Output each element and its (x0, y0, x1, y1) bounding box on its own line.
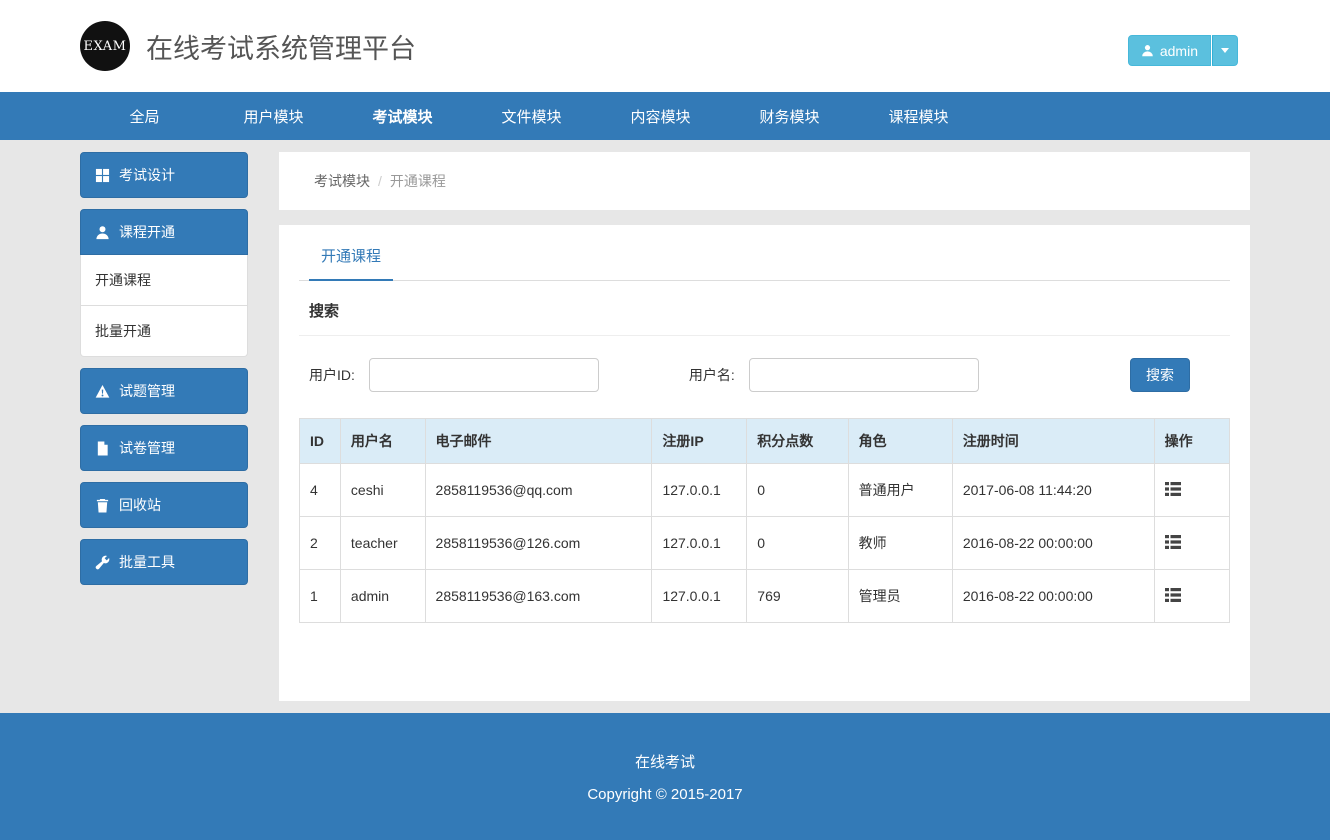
breadcrumb-current: 开通课程 (390, 171, 446, 191)
col-header-actions: 操作 (1154, 419, 1229, 464)
app-header: EXAM 在线考试系统管理平台 admin (0, 0, 1330, 92)
footer-site-name: 在线考试 (0, 751, 1330, 772)
sidebar-group-course-open: 课程开通 开通课程 批量开通 (80, 209, 248, 357)
breadcrumb: 考试模块 / 开通课程 (279, 152, 1250, 210)
cell-register-ip: 127.0.0.1 (652, 464, 747, 517)
sidebar-item-label: 考试设计 (119, 165, 175, 185)
cell-role: 管理员 (848, 570, 952, 623)
cell-points: 769 (747, 570, 848, 623)
users-table: ID 用户名 电子邮件 注册IP 积分点数 角色 注册时间 操作 4 ceshi (299, 418, 1230, 623)
page-title: 在线考试系统管理平台 (146, 27, 416, 66)
cell-register-time: 2016-08-22 00:00:00 (952, 570, 1154, 623)
nav-item-global[interactable]: 全局 (80, 92, 209, 140)
wrench-icon (95, 555, 110, 570)
app-footer: 在线考试 Copyright © 2015-2017 (0, 713, 1330, 840)
cell-id: 4 (300, 464, 341, 517)
search-section-title: 搜索 (299, 281, 1230, 336)
cell-username: teacher (340, 517, 425, 570)
user-name-label: 用户名: (689, 365, 735, 385)
col-header-email: 电子邮件 (425, 419, 652, 464)
user-id-label: 用户ID: (309, 365, 355, 385)
sidebar-item-label: 课程开通 (119, 222, 175, 242)
cell-id: 1 (300, 570, 341, 623)
cell-email: 2858119536@126.com (425, 517, 652, 570)
sidebar-item-label: 批量工具 (119, 552, 175, 572)
grid-icon (95, 168, 110, 183)
col-header-register-ip: 注册IP (652, 419, 747, 464)
sidebar-item-paper-management[interactable]: 试卷管理 (80, 425, 248, 471)
sidebar-subitem-open-course[interactable]: 开通课程 (80, 255, 248, 306)
user-menu-caret-button[interactable] (1212, 35, 1238, 66)
cell-points: 0 (747, 517, 848, 570)
user-icon (1141, 44, 1154, 57)
sidebar-item-label: 回收站 (119, 495, 161, 515)
sidebar-item-batch-tools[interactable]: 批量工具 (80, 539, 248, 585)
table-row: 2 teacher 2858119536@126.com 127.0.0.1 0… (300, 517, 1230, 570)
cell-register-time: 2017-06-08 11:44:20 (952, 464, 1154, 517)
row-actions-list-icon[interactable] (1165, 588, 1181, 602)
col-header-role: 角色 (848, 419, 952, 464)
sidebar-subitem-batch-open[interactable]: 批量开通 (80, 306, 248, 357)
row-actions-list-icon[interactable] (1165, 535, 1181, 549)
search-form: 用户ID: 用户名: 搜索 (299, 336, 1230, 392)
footer-copyright: Copyright © 2015-2017 (0, 786, 1330, 803)
nav-item-file-module[interactable]: 文件模块 (467, 92, 596, 140)
user-menu-button[interactable]: admin (1128, 35, 1211, 66)
sidebar-item-recycle-bin[interactable]: 回收站 (80, 482, 248, 528)
search-button[interactable]: 搜索 (1130, 358, 1190, 392)
user-icon (95, 225, 110, 240)
sidebar-subitem-label: 批量开通 (95, 321, 151, 341)
nav-item-course-module[interactable]: 课程模块 (854, 92, 983, 140)
top-nav: 全局 用户模块 考试模块 文件模块 内容模块 财务模块 课程模块 (0, 92, 1330, 140)
nav-item-finance-module[interactable]: 财务模块 (725, 92, 854, 140)
user-menu-group: admin (1128, 35, 1238, 66)
col-header-username: 用户名 (340, 419, 425, 464)
tab-bar: 开通课程 (299, 225, 1230, 281)
user-menu-label: admin (1160, 43, 1198, 59)
table-row: 1 admin 2858119536@163.com 127.0.0.1 769… (300, 570, 1230, 623)
user-id-input[interactable] (369, 358, 599, 392)
nav-item-user-module[interactable]: 用户模块 (209, 92, 338, 140)
sidebar: 考试设计 课程开通 开通课程 批量开通 试题管理 (80, 152, 248, 596)
cell-points: 0 (747, 464, 848, 517)
col-header-register-time: 注册时间 (952, 419, 1154, 464)
cell-username: admin (340, 570, 425, 623)
user-name-input[interactable] (749, 358, 979, 392)
sidebar-item-label: 试卷管理 (119, 438, 175, 458)
cell-register-time: 2016-08-22 00:00:00 (952, 517, 1154, 570)
cell-role: 教师 (848, 517, 952, 570)
breadcrumb-parent[interactable]: 考试模块 (314, 171, 370, 191)
nav-item-exam-module[interactable]: 考试模块 (338, 92, 467, 140)
sidebar-item-question-management[interactable]: 试题管理 (80, 368, 248, 414)
cell-email: 2858119536@163.com (425, 570, 652, 623)
app-logo-text: EXAM (84, 39, 127, 54)
table-header-row: ID 用户名 电子邮件 注册IP 积分点数 角色 注册时间 操作 (300, 419, 1230, 464)
main-wrap: 考试设计 课程开通 开通课程 批量开通 试题管理 (80, 140, 1250, 713)
cell-register-ip: 127.0.0.1 (652, 570, 747, 623)
chevron-down-icon (1221, 48, 1229, 53)
row-actions-list-icon[interactable] (1165, 482, 1181, 496)
sidebar-item-course-open[interactable]: 课程开通 (80, 209, 248, 255)
cell-username: ceshi (340, 464, 425, 517)
sidebar-subitem-label: 开通课程 (95, 270, 151, 290)
cell-email: 2858119536@qq.com (425, 464, 652, 517)
cell-role: 普通用户 (848, 464, 952, 517)
content: 考试模块 / 开通课程 开通课程 搜索 用户ID: 用户名: 搜索 (279, 152, 1250, 701)
app-logo: EXAM (80, 21, 130, 71)
trash-icon (95, 498, 110, 513)
cell-id: 2 (300, 517, 341, 570)
nav-item-content-module[interactable]: 内容模块 (596, 92, 725, 140)
main-panel: 开通课程 搜索 用户ID: 用户名: 搜索 ID 用户名 (279, 225, 1250, 701)
tab-open-course[interactable]: 开通课程 (309, 225, 393, 281)
col-header-id: ID (300, 419, 341, 464)
col-header-points: 积分点数 (747, 419, 848, 464)
table-row: 4 ceshi 2858119536@qq.com 127.0.0.1 0 普通… (300, 464, 1230, 517)
cell-register-ip: 127.0.0.1 (652, 517, 747, 570)
breadcrumb-separator: / (378, 173, 382, 189)
sidebar-item-label: 试题管理 (119, 381, 175, 401)
warning-icon (95, 384, 110, 399)
file-icon (95, 441, 110, 456)
sidebar-item-exam-design[interactable]: 考试设计 (80, 152, 248, 198)
